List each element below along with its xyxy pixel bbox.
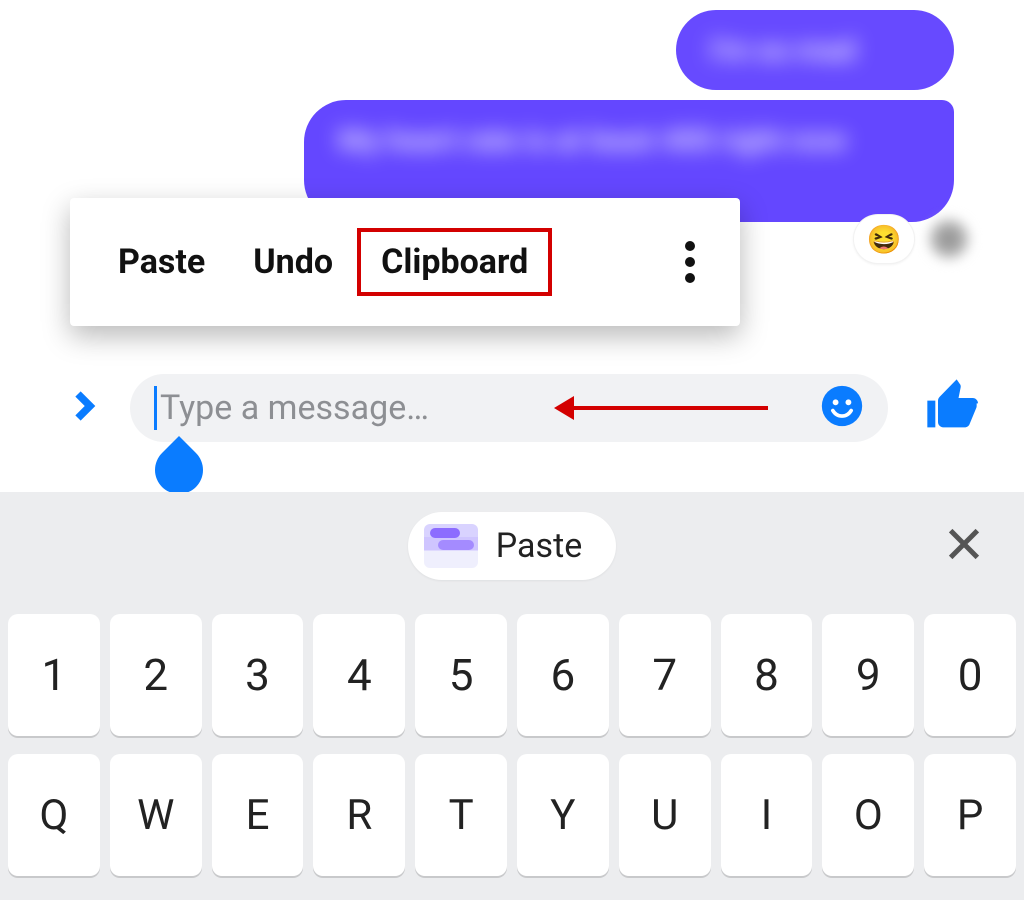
- key-2[interactable]: 2: [110, 614, 202, 736]
- key-3[interactable]: 3: [212, 614, 304, 736]
- message-input-row: Type a message…: [0, 366, 1024, 450]
- key-6[interactable]: 6: [517, 614, 609, 736]
- key-7[interactable]: 7: [619, 614, 711, 736]
- close-icon[interactable]: [944, 524, 984, 568]
- message-input-placeholder: Type a message…: [160, 388, 429, 428]
- key-0[interactable]: 0: [924, 614, 1016, 736]
- key-9[interactable]: 9: [822, 614, 914, 736]
- key-p[interactable]: P: [924, 754, 1016, 876]
- key-8[interactable]: 8: [721, 614, 813, 736]
- key-i[interactable]: I: [721, 754, 813, 876]
- reaction-emoji[interactable]: 😆: [853, 214, 915, 264]
- paste-suggestion-chip[interactable]: Paste: [408, 512, 616, 580]
- message-text-blurred: I'm so mad: [676, 10, 954, 92]
- chevron-right-icon[interactable]: [66, 388, 102, 428]
- paste-chip-label: Paste: [496, 526, 582, 566]
- clipboard-preview-icon: [424, 524, 478, 568]
- key-q[interactable]: Q: [8, 754, 100, 876]
- text-context-menu: Paste Undo Clipboard: [70, 198, 740, 326]
- keyboard-row-letters: Q W E R T Y U I O P: [8, 754, 1016, 876]
- sent-message-bubble[interactable]: I'm so mad: [676, 10, 954, 90]
- key-y[interactable]: Y: [517, 754, 609, 876]
- message-text-blurred: My heart rate is at least 400 right now: [304, 100, 954, 182]
- context-menu-clipboard[interactable]: Clipboard: [357, 228, 552, 296]
- message-reaction[interactable]: 😆: [853, 214, 969, 264]
- more-vertical-icon[interactable]: [664, 241, 716, 283]
- key-1[interactable]: 1: [8, 614, 100, 736]
- keyboard-suggestion-strip: Paste: [0, 492, 1024, 600]
- message-input[interactable]: Type a message…: [130, 374, 888, 442]
- avatar: [929, 219, 969, 259]
- key-o[interactable]: O: [822, 754, 914, 876]
- key-r[interactable]: R: [313, 754, 405, 876]
- smiley-icon[interactable]: [820, 384, 864, 432]
- keyboard-row-numbers: 1 2 3 4 5 6 7 8 9 0: [8, 614, 1016, 736]
- key-4[interactable]: 4: [313, 614, 405, 736]
- context-menu-undo[interactable]: Undo: [229, 228, 357, 296]
- on-screen-keyboard: 1 2 3 4 5 6 7 8 9 0 Q W E R T Y U I O P: [0, 600, 1024, 900]
- text-caret: [154, 386, 157, 430]
- annotation-arrow: [558, 396, 768, 420]
- context-menu-paste[interactable]: Paste: [94, 228, 229, 296]
- key-u[interactable]: U: [619, 754, 711, 876]
- key-5[interactable]: 5: [415, 614, 507, 736]
- key-e[interactable]: E: [212, 754, 304, 876]
- chat-area: I'm so mad My heart rate is at least 400…: [0, 0, 1024, 492]
- key-w[interactable]: W: [110, 754, 202, 876]
- key-t[interactable]: T: [415, 754, 507, 876]
- thumbs-up-icon[interactable]: [922, 374, 986, 442]
